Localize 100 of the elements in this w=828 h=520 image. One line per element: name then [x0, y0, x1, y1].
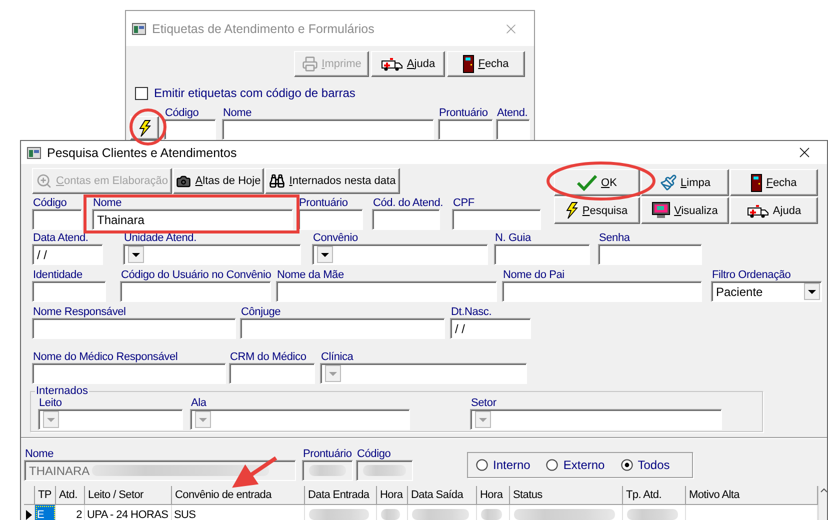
camera-icon	[176, 174, 192, 188]
field-label: Dt.Nasc.	[450, 306, 493, 318]
row-header[interactable]	[24, 505, 35, 520]
field-label: Leito	[38, 397, 63, 409]
text-field[interactable]	[276, 281, 497, 302]
window-title: Pesquisa Clientes e Atendimentos	[47, 146, 238, 160]
field-label: Atend.	[496, 107, 529, 119]
dropdown-field[interactable]	[123, 244, 301, 265]
text-field[interactable]	[32, 318, 236, 339]
button[interactable]: Visualiza	[641, 197, 729, 224]
column-header[interactable]: Data Entrada	[305, 486, 377, 505]
column-header[interactable]: TP	[35, 486, 56, 505]
check-icon	[577, 174, 598, 190]
caret-icon[interactable]	[128, 246, 144, 263]
field-label: Setor	[470, 397, 498, 409]
text-field[interactable]	[502, 281, 702, 302]
button[interactable]: OK	[554, 169, 640, 196]
text-field[interactable]: Thainara	[92, 209, 293, 230]
field-label: Nome	[92, 197, 123, 209]
field-label: Senha	[598, 232, 631, 244]
dropdown-field[interactable]: Paciente	[711, 281, 822, 302]
text-field[interactable]	[438, 119, 493, 140]
radio-option[interactable]: Todos	[620, 458, 670, 472]
field-label: Nome da Mãe	[276, 269, 345, 281]
field-label: Unidade Atend.	[123, 232, 198, 244]
monitor-icon	[652, 202, 670, 219]
zoom-in-icon	[36, 173, 52, 189]
window-icon	[27, 146, 41, 158]
column-header[interactable]: Status	[510, 486, 623, 505]
window-title: Etiquetas de Atendimento e Formulários	[152, 22, 376, 36]
field-label: Cód. do Atend.	[372, 197, 440, 209]
field-label: CPF	[452, 197, 476, 209]
text-field[interactable]	[496, 119, 530, 140]
radio-option[interactable]: Externo	[546, 458, 605, 472]
text-field[interactable]	[298, 209, 363, 230]
button[interactable]: Internados nesta data	[265, 168, 400, 194]
column-header[interactable]: Hora	[377, 486, 408, 505]
field-label: Código	[32, 197, 68, 209]
button[interactable]: Pesquisa	[554, 197, 640, 224]
column-header[interactable]: Leito / Setor	[85, 486, 172, 505]
field-label: Nome do Médico Responsável	[32, 351, 179, 363]
column-header[interactable]: Tp. Atd.	[623, 486, 686, 505]
text-field[interactable]	[372, 209, 440, 230]
text-field[interactable]: / /	[450, 318, 531, 339]
button[interactable]: Fecha	[730, 169, 818, 196]
dropdown-field[interactable]	[312, 244, 488, 265]
field-label: Convênio	[312, 232, 359, 244]
checkbox-label: Emitir etiquetas com código de barras	[154, 86, 356, 100]
button[interactable]: Ajuda	[371, 51, 445, 77]
highlight-circle	[130, 108, 166, 146]
table-cell: SUS	[172, 505, 305, 520]
door-icon	[751, 174, 762, 192]
field-label: Nome Responsável	[32, 306, 127, 318]
text-field[interactable]	[240, 318, 445, 339]
field-label: Prontuário	[302, 448, 353, 460]
text-field[interactable]	[452, 209, 541, 230]
caret-icon[interactable]	[804, 283, 820, 300]
text-field[interactable]	[229, 363, 315, 384]
printer-icon	[302, 56, 318, 72]
field-label: Data Atend.	[32, 232, 90, 244]
field-label: Filtro Ordenação	[711, 269, 792, 281]
button[interactable]: Fecha	[447, 51, 525, 77]
radio-option[interactable]: Interno	[476, 458, 530, 472]
caret-icon[interactable]	[317, 246, 333, 263]
field-label: Prontuário	[298, 197, 349, 209]
column-header[interactable]: Data Saída	[408, 486, 477, 505]
field-label: Código do Usuário no Convênio	[120, 269, 271, 281]
binoculars-icon	[269, 173, 286, 189]
field-label: Código	[356, 448, 392, 460]
field-label: Prontuário	[438, 107, 489, 119]
text-field[interactable]	[494, 244, 590, 265]
field-label: N. Guia	[494, 232, 532, 244]
text-field[interactable]	[32, 363, 226, 384]
scroll-up-icon	[820, 486, 827, 494]
field-label: Nome do Pai	[502, 269, 566, 281]
field-label: Código	[164, 107, 200, 119]
ambulance-icon	[746, 204, 769, 218]
text-field[interactable]	[164, 119, 216, 140]
column-header[interactable]: Convênio de entrada	[172, 486, 305, 505]
table-cell: UPA - 24 HORAS	[85, 505, 172, 520]
text-field[interactable]	[32, 209, 82, 230]
text-field[interactable]	[32, 281, 106, 302]
column-header[interactable]: Motivo Alta	[686, 486, 818, 505]
text-field[interactable]	[120, 281, 271, 302]
button[interactable]: Limpa	[641, 169, 729, 196]
column-header[interactable]: Atd.	[56, 486, 85, 505]
text-field[interactable]	[222, 119, 434, 140]
field-label: Nome	[24, 448, 55, 460]
text-field[interactable]: / /	[32, 244, 103, 265]
field-label: Clínica	[320, 351, 354, 363]
field-label: Cônjuge	[240, 306, 282, 318]
brush-icon	[660, 174, 677, 191]
field-label: Ala	[190, 397, 208, 409]
field-label: Nome	[222, 107, 253, 119]
checkbox[interactable]	[135, 86, 148, 100]
text-field[interactable]	[598, 244, 702, 265]
button[interactable]: Altas de Hoje	[173, 168, 264, 194]
button[interactable]: Ajuda	[730, 197, 818, 224]
column-header[interactable]: Hora	[477, 486, 510, 505]
table-cell: E	[35, 505, 56, 520]
